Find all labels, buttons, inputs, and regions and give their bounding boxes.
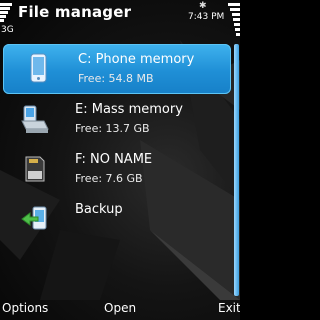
phone-memory-icon: [30, 53, 47, 83]
list-item-backup[interactable]: Backup: [0, 194, 232, 244]
options-softkey[interactable]: Options: [2, 301, 48, 315]
list-item-title: E: Mass memory: [75, 102, 183, 117]
list-item-title: F: NO NAME: [75, 152, 153, 167]
list-item-free-space: Free: 7.6 GB: [75, 172, 143, 185]
backup-icon: [21, 206, 47, 230]
network-type-label: 3G: [1, 25, 14, 35]
softkey-bar: Options Open Exit: [0, 298, 240, 320]
list-item-title: Backup: [75, 202, 123, 217]
open-softkey[interactable]: Open: [104, 301, 136, 315]
exit-softkey[interactable]: Exit: [218, 301, 240, 315]
memory-card-icon: [25, 156, 45, 182]
file-manager-screen: 3G File manager ✱ 7:43 PM C: Phone memor…: [0, 0, 240, 320]
bluetooth-icon: ✱: [199, 1, 207, 11]
signal-strength-icon: [0, 3, 12, 22]
clock: 7:43 PM: [188, 12, 225, 22]
list-item-free-space: Free: 54.8 MB: [78, 72, 154, 85]
status-bar: 3G File manager ✱ 7:43 PM: [0, 0, 240, 40]
page-title: File manager: [18, 3, 132, 21]
list-item-mass-memory[interactable]: E: Mass memory Free: 13.7 GB: [0, 94, 232, 144]
list-item-title: C: Phone memory: [78, 52, 195, 67]
scrollbar-thumb[interactable]: [234, 44, 239, 296]
mass-memory-icon: [21, 105, 49, 133]
list-item-memory-card[interactable]: F: NO NAME Free: 7.6 GB: [0, 144, 232, 194]
list-item-free-space: Free: 13.7 GB: [75, 122, 150, 135]
scrollbar[interactable]: [234, 44, 239, 296]
battery-icon: [228, 3, 240, 36]
list-item-phone-memory[interactable]: C: Phone memory Free: 54.8 MB: [3, 44, 231, 94]
